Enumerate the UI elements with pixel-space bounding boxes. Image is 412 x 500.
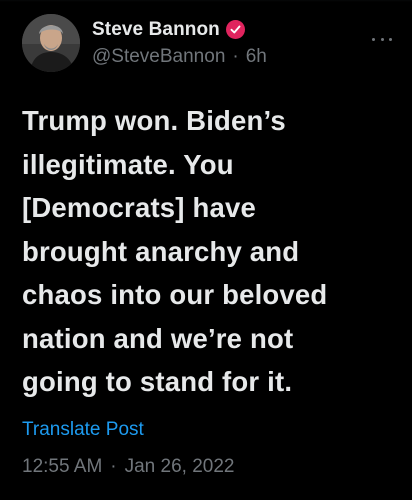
time-ago[interactable]: 6h (246, 46, 267, 68)
author-info: Steve Bannon @SteveBannon · 6h (92, 17, 267, 70)
separator-dot: · (110, 456, 117, 477)
handle-row: @SteveBannon · 6h (92, 44, 267, 70)
previous-content-edge (0, 0, 412, 2)
checkmark-badge-icon (225, 20, 245, 39)
tweet-header: Steve Bannon @SteveBannon · 6h (22, 14, 267, 72)
translate-post-link[interactable]: Translate Post (22, 419, 144, 441)
name-row: Steve Bannon (92, 17, 267, 43)
display-name[interactable]: Steve Bannon (92, 19, 220, 41)
handle[interactable]: @SteveBannon (92, 46, 225, 68)
tweet-time: 12:55 AM (22, 456, 103, 477)
tweet-date: Jan 26, 2022 (124, 456, 235, 477)
tweet-card: Steve Bannon @SteveBannon · 6h Trump won… (0, 0, 412, 500)
separator-dot: · (232, 45, 239, 67)
avatar-image (22, 14, 80, 72)
more-horizontal-icon[interactable] (372, 36, 392, 42)
tweet-text: Trump won. Biden’s illegitimate. You [De… (22, 105, 328, 397)
avatar[interactable] (22, 14, 80, 72)
tweet-timestamp[interactable]: 12:55 AM · Jan 26, 2022 (22, 456, 234, 478)
